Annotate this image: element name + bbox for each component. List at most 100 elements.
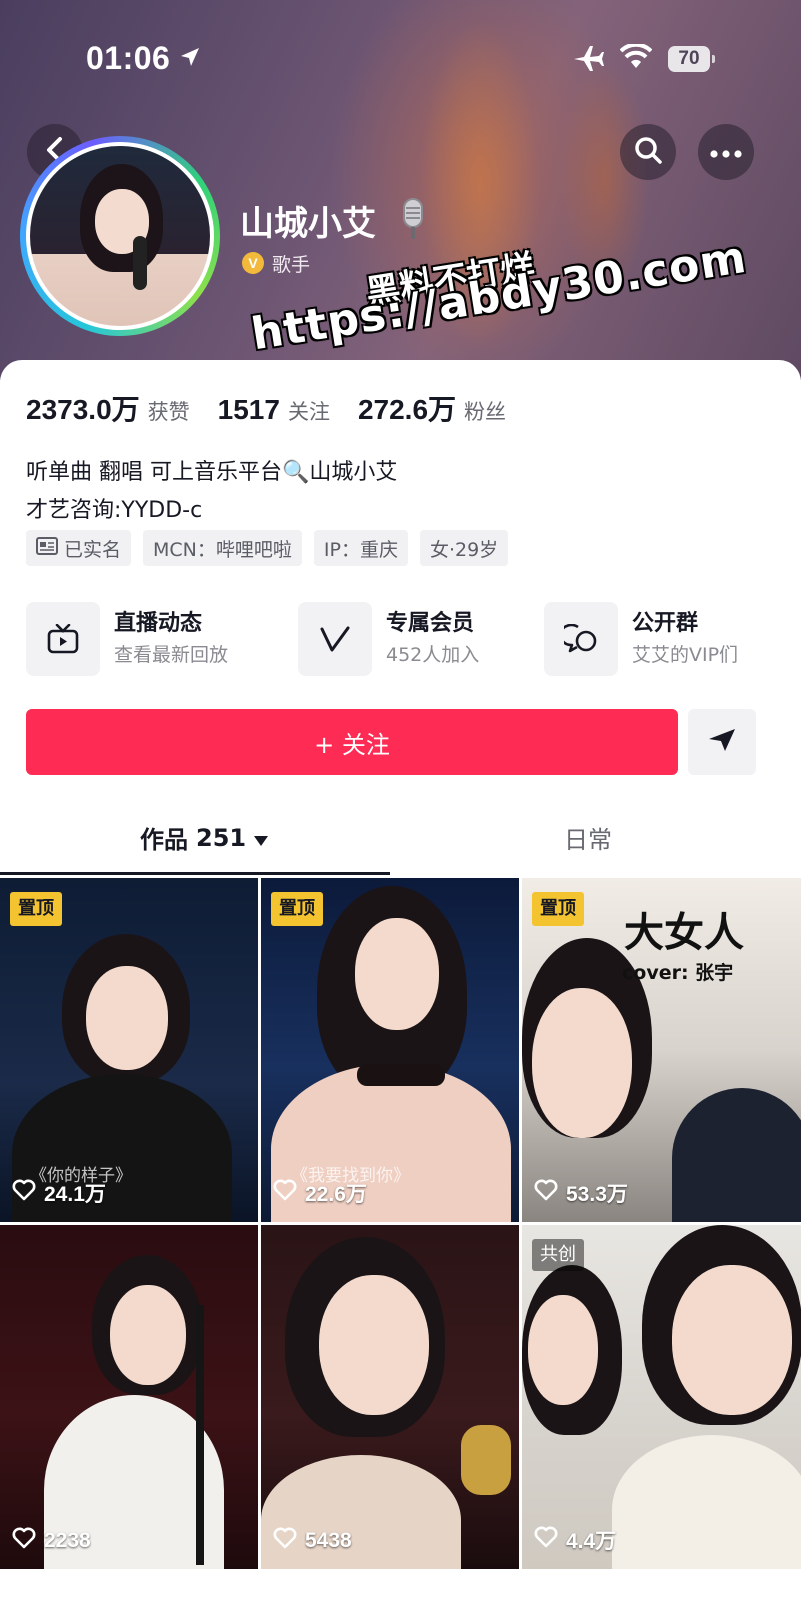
video-likes-count: 24.1万 xyxy=(44,1183,106,1206)
heart-icon xyxy=(273,1179,297,1207)
thumb-mic-stand xyxy=(196,1305,204,1565)
heart-icon xyxy=(534,1526,558,1554)
group-chat-feature-sub: 艾艾的VIP们 xyxy=(632,644,739,666)
profile-tag: 歌手 xyxy=(272,254,311,276)
heart-icon xyxy=(12,1179,36,1207)
status-time: 01:06 xyxy=(86,40,171,76)
thumb-body xyxy=(672,1088,801,1222)
group-chat-feature-text: 公开群 艾艾的VIP们 xyxy=(632,608,738,670)
video-likes-count: 22.6万 xyxy=(305,1183,367,1206)
likes-label: 获赞 xyxy=(147,400,190,424)
video-tile[interactable]: 5438 xyxy=(261,1225,519,1569)
video-likes: 24.1万 xyxy=(12,1178,106,1208)
ip-chip: IP：重庆 xyxy=(313,530,408,566)
content-tabs: 作品 251 日常 xyxy=(0,810,801,870)
wifi-icon xyxy=(619,42,653,74)
tab-works[interactable]: 作品 251 xyxy=(140,820,269,855)
membership-feature[interactable]: 专属会员 452人加入 xyxy=(298,602,479,676)
followers-label[interactable]: 粉丝 xyxy=(464,396,506,426)
more-dots-icon xyxy=(710,143,742,162)
group-chat-feature-title: 公开群 xyxy=(632,611,699,636)
search-button[interactable] xyxy=(620,124,676,180)
membership-v-icon xyxy=(298,602,372,676)
following-count[interactable]: 1517 xyxy=(218,394,280,426)
tab-works-label: 作品 xyxy=(140,826,188,854)
membership-feature-sub: 452人加入 xyxy=(386,644,480,666)
battery-indicator: 70 xyxy=(668,46,715,72)
video-likes-count: 4.4万 xyxy=(566,1530,617,1553)
verified-chip: 已实名 xyxy=(26,530,132,566)
video-likes-count: 53.3万 xyxy=(566,1183,628,1206)
send-arrow-icon xyxy=(707,727,737,757)
verified-badge-icon: V xyxy=(242,252,264,274)
video-tile[interactable]: 共创 4.4万 xyxy=(522,1225,801,1569)
stats-row: 2373.0万 获赞 1517 关注 272.6万 粉丝 xyxy=(26,388,506,428)
microphone-icon xyxy=(398,198,428,246)
video-likes-count: 2238 xyxy=(44,1529,91,1552)
live-tv-icon xyxy=(26,602,100,676)
caret-down-icon xyxy=(254,824,269,852)
bio: 听单曲 翻唱 可上音乐平台🔍山城小艾 才艺咨询:YYDD-c xyxy=(26,454,397,530)
heart-icon xyxy=(534,1179,558,1207)
thumb-face xyxy=(532,988,632,1138)
share-button[interactable] xyxy=(688,709,756,775)
video-grid: 置顶 《你的样子》 24.1万 置顶 《我要找到你》 22.6万 置顶 大女人 … xyxy=(0,878,801,1609)
id-card-icon xyxy=(36,536,58,560)
following-label[interactable]: 关注 xyxy=(288,396,330,426)
profile-name: 山城小艾 xyxy=(240,204,376,244)
video-overlay-title: 大女人 xyxy=(624,910,744,956)
thumb-face xyxy=(319,1275,429,1415)
video-tile[interactable]: 2238 xyxy=(0,1225,258,1569)
video-likes: 53.3万 xyxy=(534,1178,628,1208)
follow-button[interactable]: + 关注 xyxy=(26,709,678,775)
video-tile[interactable]: 置顶 大女人 cover: 张宇 53.3万 xyxy=(522,878,801,1222)
live-feature[interactable]: 直播动态 查看最新回放 xyxy=(26,602,228,676)
video-tile[interactable]: 置顶 《我要找到你》 22.6万 xyxy=(261,878,519,1222)
tab-works-count: 251 xyxy=(196,823,247,852)
video-likes: 4.4万 xyxy=(534,1525,616,1555)
avatar-border xyxy=(26,142,214,330)
live-feature-text: 直播动态 查看最新回放 xyxy=(114,608,228,670)
avatar[interactable] xyxy=(20,136,220,336)
profile-tags: 已实名 MCN：哔哩吧啦 IP：重庆 女·29岁 xyxy=(26,530,509,566)
video-tile[interactable]: 置顶 《你的样子》 24.1万 xyxy=(0,878,258,1222)
bio-line-1: 听单曲 翻唱 可上音乐平台🔍山城小艾 xyxy=(26,460,398,485)
live-feature-title: 直播动态 xyxy=(114,611,203,636)
membership-feature-text: 专属会员 452人加入 xyxy=(386,608,479,670)
heart-icon xyxy=(12,1527,36,1555)
mcn-chip[interactable]: MCN：哔哩吧啦 xyxy=(143,530,302,566)
pinned-badge: 置顶 xyxy=(271,892,323,926)
group-chat-feature[interactable]: 公开群 艾艾的VIP们 xyxy=(544,602,738,676)
video-likes-count: 5438 xyxy=(305,1529,352,1552)
heart-icon xyxy=(273,1527,297,1555)
followers-count[interactable]: 272.6万 xyxy=(358,388,456,428)
thumb-face xyxy=(86,966,168,1070)
co-creation-badge: 共创 xyxy=(532,1239,584,1271)
avatar-image xyxy=(30,146,210,326)
video-likes: 5438 xyxy=(273,1527,352,1555)
location-arrow-icon xyxy=(178,45,202,73)
search-icon xyxy=(633,135,663,169)
likes-count: 2373.0万 xyxy=(26,394,140,425)
bio-line-2: 才艺咨询:YYDD-c xyxy=(26,498,203,523)
avatar-microphone xyxy=(132,236,147,290)
membership-feature-title: 专属会员 xyxy=(386,611,475,636)
pinned-badge: 置顶 xyxy=(10,892,62,926)
more-options-button[interactable] xyxy=(698,124,754,180)
thumb-face xyxy=(110,1285,186,1385)
gender-age-chip: 女·29岁 xyxy=(419,530,509,566)
thumb-microphone xyxy=(461,1425,511,1495)
thumb-face xyxy=(355,918,439,1030)
thumb-choker xyxy=(357,1064,445,1086)
airplane-mode-icon xyxy=(572,44,604,76)
tab-daily[interactable]: 日常 xyxy=(564,820,612,855)
group-chat-icon xyxy=(544,602,618,676)
video-likes: 2238 xyxy=(12,1527,91,1555)
video-likes: 22.6万 xyxy=(273,1178,367,1208)
live-feature-sub: 查看最新回放 xyxy=(114,644,229,666)
feature-row: 直播动态 查看最新回放 专属会员 452人加入 公开群 艾艾的VIP们 xyxy=(26,602,786,676)
verified-chip-label: 已实名 xyxy=(64,538,122,561)
pinned-badge: 置顶 xyxy=(532,892,584,926)
video-overlay-subtitle: cover: 张宇 xyxy=(622,962,734,984)
active-tab-indicator xyxy=(0,872,390,875)
